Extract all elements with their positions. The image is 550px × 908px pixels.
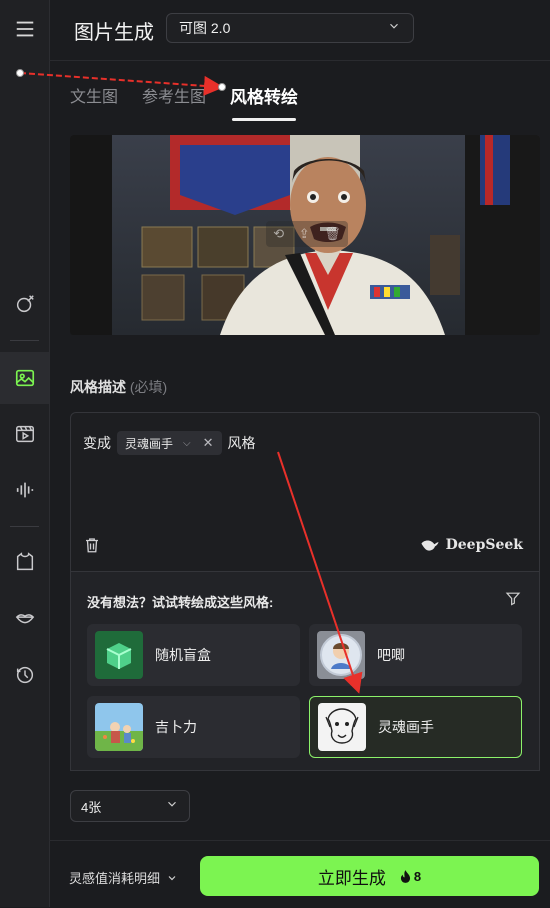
clear-trash-icon[interactable] xyxy=(83,536,101,559)
style-card-ghibli[interactable]: 吉卜力 xyxy=(87,696,300,758)
style-card-soul-painter[interactable]: 灵魂画手 xyxy=(309,696,522,758)
style-card-label: 吧唧 xyxy=(377,647,405,663)
style-description-label: 风格描述 (必填) xyxy=(70,379,168,395)
deepseek-label: DeepSeek xyxy=(445,537,523,553)
rotate-icon[interactable]: ⟲ xyxy=(273,226,284,242)
tab-style-transfer[interactable]: 风格转绘 xyxy=(230,83,298,121)
video-icon[interactable] xyxy=(8,417,41,450)
style-chip[interactable]: 灵魂画手 ⌵ ✕ xyxy=(117,431,222,455)
style-thumbnail xyxy=(318,703,366,751)
close-icon[interactable]: ✕ xyxy=(203,435,214,451)
history-clock-icon[interactable] xyxy=(8,658,41,691)
generate-button[interactable]: 立即生成 8 xyxy=(200,856,539,896)
image-toolbar: ⟲ ⇪ 🗑 xyxy=(266,221,348,247)
page-title: 图片生成 xyxy=(74,22,154,44)
chevron-down-icon xyxy=(165,797,179,816)
mode-tabs: 文生图 参考生图 风格转绘 xyxy=(70,83,322,121)
style-card-label: 随机盲盒 xyxy=(155,647,211,663)
magic-brush-icon[interactable] xyxy=(8,287,41,320)
style-description-input[interactable]: 变成 灵魂画手 ⌵ ✕ 风格 DeepSeek xyxy=(70,412,540,571)
reference-image-preview[interactable]: ⟲ ⇪ 🗑 xyxy=(70,135,540,335)
model-select-value: 可图 2.0 xyxy=(179,20,231,36)
sidebar xyxy=(0,0,50,907)
prompt-prefix: 变成 xyxy=(83,435,111,451)
consumption-details-link[interactable]: 灵感值消耗明细 xyxy=(69,868,178,887)
style-thumbnail xyxy=(95,703,143,751)
chevron-down-icon xyxy=(387,19,401,38)
required-note: (必填) xyxy=(129,379,168,395)
image-generation-icon[interactable] xyxy=(0,352,49,404)
chevron-down-icon xyxy=(168,875,176,880)
lips-icon[interactable] xyxy=(8,601,41,634)
tab-text-to-image[interactable]: 文生图 xyxy=(70,83,118,108)
style-suggestions-title: 没有想法？试试转绘成这些风格: xyxy=(87,595,274,610)
style-card-label: 灵魂画手 xyxy=(378,719,434,735)
generate-label: 立即生成 xyxy=(317,868,386,888)
image-count-value: 4张 xyxy=(81,799,102,815)
model-select[interactable]: 可图 2.0 xyxy=(166,13,414,43)
menu-icon[interactable] xyxy=(8,12,41,45)
prompt-suffix: 风格 xyxy=(227,435,256,451)
deepseek-button[interactable]: DeepSeek xyxy=(420,537,523,553)
flame-icon xyxy=(400,869,410,883)
prompt-line: 变成 灵魂画手 ⌵ ✕ 风格 xyxy=(83,431,256,455)
style-thumbnail xyxy=(317,631,365,679)
footer: 灵感值消耗明细 立即生成 8 xyxy=(49,840,550,908)
audio-wave-icon[interactable] xyxy=(8,473,41,506)
style-thumbnail xyxy=(95,631,143,679)
style-card-random-box[interactable]: 随机盲盒 xyxy=(87,624,300,686)
chevron-down-icon[interactable]: ⌵ xyxy=(183,438,191,449)
image-count-select[interactable]: 4张 xyxy=(70,790,190,822)
clothing-icon[interactable] xyxy=(8,545,41,578)
upload-icon[interactable]: ⇪ xyxy=(299,226,310,242)
header: 图片生成 可图 2.0 xyxy=(49,0,550,61)
style-suggestions-panel: 没有想法？试试转绘成这些风格: 随机盲盒 吧唧 吉卜力 灵魂画手 xyxy=(70,571,540,771)
style-card-badge[interactable]: 吧唧 xyxy=(309,624,522,686)
generate-cost: 8 xyxy=(400,869,421,884)
filter-icon[interactable] xyxy=(505,590,521,612)
style-card-label: 吉卜力 xyxy=(155,719,197,735)
tab-reference-image[interactable]: 参考生图 xyxy=(142,83,206,108)
delete-icon[interactable]: 🗑 xyxy=(324,226,341,242)
